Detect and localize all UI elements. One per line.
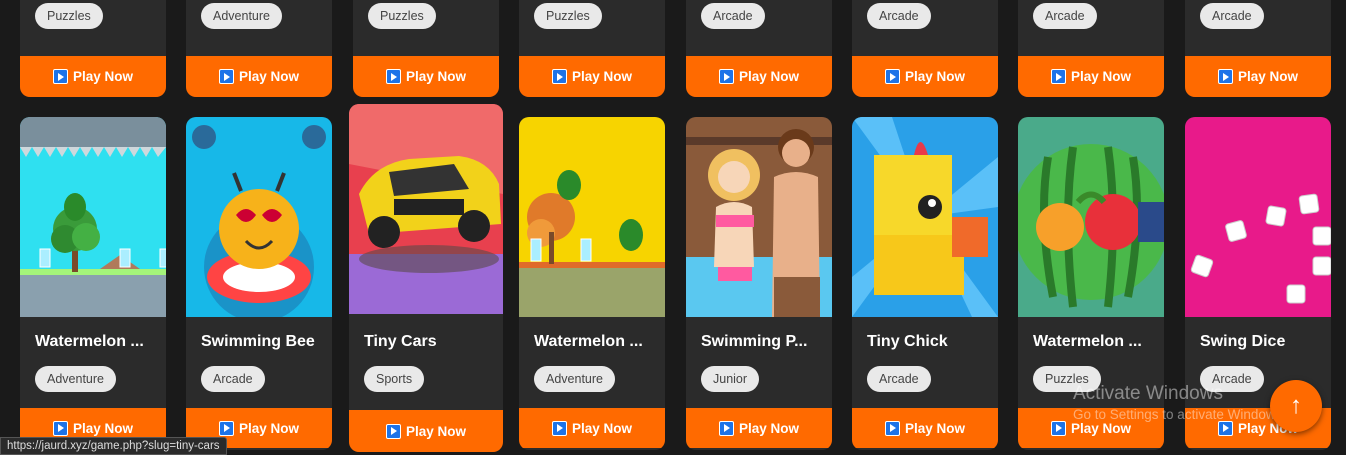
play-now-button[interactable]: Play Now [686,408,832,448]
category-tag[interactable]: Puzzles [368,3,436,29]
swing-dice-thumbnail[interactable] [1185,117,1331,317]
play-now-button[interactable]: Play Now [852,408,998,448]
game-card[interactable]: Puzzles Play Now [20,0,166,97]
play-icon [52,69,68,84]
game-card-tiny-chick[interactable]: Tiny Chick Arcade Play Now [852,117,998,450]
play-icon [385,69,401,84]
play-icon [385,423,401,439]
play-icon [884,420,900,436]
category-tag[interactable]: Arcade [701,3,765,29]
game-title[interactable]: Watermelon ... [534,333,654,351]
swimming-couple-thumbnail[interactable] [686,117,832,317]
category-tag[interactable]: Adventure [35,366,116,392]
category-tag[interactable]: Arcade [1033,3,1097,29]
play-icon [218,69,234,84]
category-tag[interactable]: Arcade [1200,3,1264,29]
play-now-button[interactable]: Play Now [353,56,499,97]
game-card-swimming-pool[interactable]: Swimming P... Junior Play Now [686,117,832,450]
play-now-button[interactable]: Play Now [1185,56,1331,97]
game-card[interactable]: Arcade Play Now [686,0,832,97]
game-title[interactable]: Watermelon ... [1033,333,1153,351]
play-icon [551,69,567,84]
category-tag[interactable]: Adventure [201,3,282,29]
game-card-tiny-cars[interactable]: Tiny Cars Sports Play Now [349,104,503,452]
game-title[interactable]: Swimming Bee [201,333,321,351]
play-icon [52,420,68,436]
category-tag[interactable]: Puzzles [35,3,103,29]
play-icon [1050,69,1066,84]
play-icon [718,420,734,436]
play-icon [718,69,734,84]
play-now-button[interactable]: Play Now [20,56,166,97]
game-title[interactable]: Tiny Cars [364,333,484,351]
game-title[interactable]: Watermelon ... [35,333,155,351]
arrow-up-icon: ↑ [1290,392,1302,419]
game-card[interactable]: Puzzles Play Now [353,0,499,97]
category-tag[interactable]: Sports [364,366,425,392]
category-tag[interactable]: Arcade [867,366,931,392]
play-icon [884,69,900,84]
game-card-watermelon-2[interactable]: Watermelon ... Adventure Play Now [519,117,665,450]
play-now-button[interactable]: Play Now [519,56,665,97]
play-now-button[interactable]: Play Now [852,56,998,97]
activate-windows-watermark: Activate Windows Go to Settings to activ… [1073,383,1287,422]
play-now-button[interactable]: Play Now [186,56,332,97]
play-icon [218,420,234,436]
watermelon-fruit-thumbnail[interactable] [1018,117,1164,317]
play-icon [1217,69,1233,84]
category-tag[interactable]: Arcade [201,366,265,392]
game-title[interactable]: Tiny Chick [867,333,987,351]
status-bar-url: https://jaurd.xyz/game.php?slug=tiny-car… [0,437,227,455]
play-now-button[interactable]: Play Now [349,410,503,452]
category-tag[interactable]: Adventure [534,366,615,392]
tiny-cars-thumbnail[interactable] [349,104,503,314]
play-now-button[interactable]: Play Now [519,408,665,448]
game-card-swimming-bee[interactable]: Swimming Bee Arcade Play Now [186,117,332,450]
game-card[interactable]: Adventure Play Now [186,0,332,97]
scroll-to-top-button[interactable]: ↑ [1270,380,1322,432]
play-now-button[interactable]: Play Now [1018,56,1164,97]
play-icon [1050,420,1066,436]
watermelon-level-thumbnail[interactable] [20,117,166,317]
play-icon [551,420,567,436]
game-card[interactable]: Arcade Play Now [852,0,998,97]
game-title[interactable]: Swing Dice [1200,333,1320,351]
category-tag[interactable]: Puzzles [534,3,602,29]
game-card[interactable]: Arcade Play Now [1018,0,1164,97]
watermelon-yellow-thumbnail[interactable] [519,117,665,317]
game-card-watermelon[interactable]: Watermelon ... Adventure Play Now [20,117,166,450]
category-tag[interactable]: Junior [701,366,760,392]
play-now-button[interactable]: Play Now [686,56,832,97]
tiny-chick-thumbnail[interactable] [852,117,998,317]
game-card[interactable]: Puzzles Play Now [519,0,665,97]
game-title[interactable]: Swimming P... [701,333,821,351]
play-icon [1217,420,1233,436]
category-tag[interactable]: Arcade [867,3,931,29]
game-card[interactable]: Arcade Play Now [1185,0,1331,97]
swimming-bee-thumbnail[interactable] [186,117,332,317]
